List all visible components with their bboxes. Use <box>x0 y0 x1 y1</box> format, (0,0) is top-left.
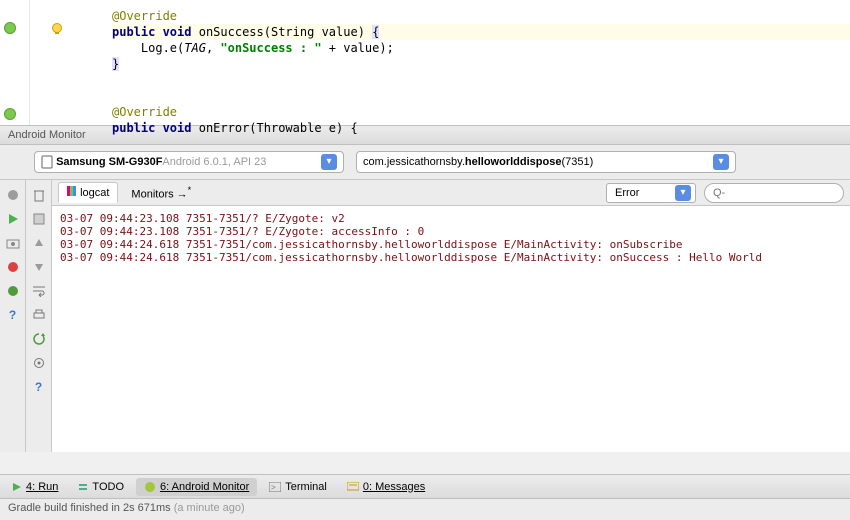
settings-icon[interactable] <box>30 354 48 372</box>
trash-icon[interactable] <box>30 186 48 204</box>
log-output[interactable]: 03-07 09:44:23.108 7351-7351/? E/Zygote:… <box>52 206 850 452</box>
monitor-body: ? ? logcat Monitors →* Error ▾ <box>0 180 850 452</box>
down-icon[interactable] <box>30 258 48 276</box>
up-icon[interactable] <box>30 234 48 252</box>
bottom-tool-tabs: 4: Run TODO 6: Android Monitor > Termina… <box>0 474 850 498</box>
messages-icon <box>347 482 359 492</box>
tab-todo[interactable]: TODO <box>70 478 132 496</box>
android-icon <box>144 481 156 493</box>
editor-area: @Override public void onSuccess(String v… <box>0 0 850 125</box>
status-age: (a minute ago) <box>174 502 245 514</box>
print-icon[interactable] <box>30 306 48 324</box>
log-panel: logcat Monitors →* Error ▾ 03-07 09:44:2… <box>52 180 850 452</box>
process-name: helloworlddispose <box>465 156 562 168</box>
chevron-down-icon: ▾ <box>713 154 729 170</box>
process-prefix: com.jessicathornsby. <box>363 156 465 168</box>
level-label: Error <box>615 187 639 199</box>
tab-logcat-label: logcat <box>80 187 109 199</box>
process-pid: (7351) <box>561 156 593 168</box>
tab-monitors-label: Monitors <box>131 188 173 200</box>
tool-rail-outer: ? <box>0 180 26 452</box>
device-name: Samsung SM-G930F <box>56 156 162 168</box>
tab-run[interactable]: 4: Run <box>4 478 66 496</box>
tool-rail-inner: ? <box>26 180 52 452</box>
override-gutter-icon[interactable] <box>4 108 16 120</box>
hint-column <box>44 0 72 125</box>
annotation: @Override <box>112 105 177 119</box>
lightbulb-icon[interactable] <box>50 22 64 36</box>
stop-icon[interactable] <box>4 258 22 276</box>
chevron-down-icon: ▾ <box>321 154 337 170</box>
level-dropdown[interactable]: Error ▾ <box>606 183 696 203</box>
annotation: @Override <box>112 9 177 23</box>
scroll-end-icon[interactable] <box>30 210 48 228</box>
terminal-icon: > <box>269 482 281 492</box>
restart-icon[interactable] <box>4 282 22 300</box>
todo-icon <box>78 482 88 492</box>
editor-gutter <box>0 0 30 125</box>
camera-icon[interactable] <box>4 234 22 252</box>
logcat-icon <box>67 186 77 196</box>
phone-icon <box>41 155 53 169</box>
restart-icon[interactable] <box>30 330 48 348</box>
tab-android-monitor[interactable]: 6: Android Monitor <box>136 478 257 496</box>
run-icon <box>12 482 22 492</box>
tab-monitors[interactable]: Monitors →* <box>122 181 200 205</box>
process-dropdown[interactable]: com.jessicathornsby.helloworlddispose (7… <box>356 151 736 173</box>
log-tabs: logcat Monitors →* Error ▾ <box>52 180 850 206</box>
status-text: Gradle build finished in 2s 671ms <box>8 502 174 514</box>
wrap-icon[interactable] <box>30 282 48 300</box>
tab-terminal[interactable]: > Terminal <box>261 478 335 496</box>
svg-text:>: > <box>271 483 276 492</box>
help-icon[interactable]: ? <box>4 306 22 324</box>
chevron-down-icon: ▾ <box>675 185 691 201</box>
status-bar: Gradle build finished in 2s 671ms (a min… <box>0 498 850 520</box>
monitor-toolbar: Samsung SM-G930F Android 6.0.1, API 23 ▾… <box>0 145 850 180</box>
tab-messages[interactable]: 0: Messages <box>339 478 433 496</box>
run-icon[interactable] <box>4 210 22 228</box>
filter-search-input[interactable] <box>704 183 844 203</box>
device-dropdown[interactable]: Samsung SM-G930F Android 6.0.1, API 23 ▾ <box>34 151 344 173</box>
help-icon[interactable]: ? <box>30 378 48 396</box>
fold-column <box>30 0 44 125</box>
debug-icon[interactable] <box>4 186 22 204</box>
override-gutter-icon[interactable] <box>4 22 16 34</box>
code-editor[interactable]: @Override public void onSuccess(String v… <box>72 0 850 125</box>
device-os: Android 6.0.1, API 23 <box>162 156 266 168</box>
tab-logcat[interactable]: logcat <box>58 182 118 203</box>
